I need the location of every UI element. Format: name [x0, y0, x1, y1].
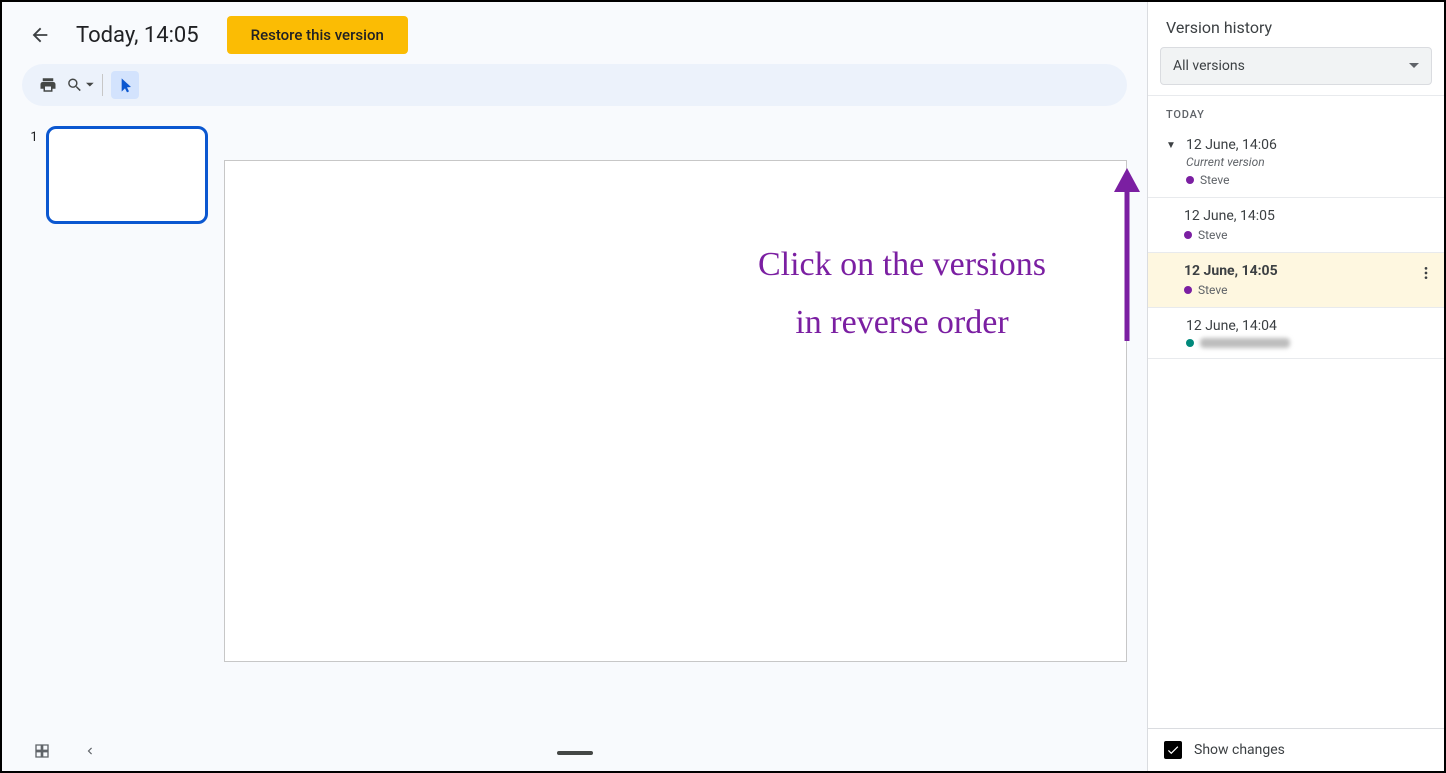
grid-icon — [34, 743, 50, 759]
editor-name-redacted — [1200, 338, 1290, 348]
version-timestamp: 12 June, 14:04 — [1186, 318, 1277, 334]
pointer-icon — [117, 77, 133, 93]
editor-name: Steve — [1198, 228, 1227, 242]
editor-color-dot — [1184, 231, 1192, 239]
version-editor — [1186, 338, 1434, 348]
expand-caret-icon: ▼ — [1166, 140, 1180, 151]
header: Today, 14:05 Restore this version — [2, 2, 1147, 64]
version-item-selected[interactable]: 12 June, 14:05 Steve — [1148, 253, 1444, 308]
print-icon — [39, 76, 57, 94]
filmstrip: 1 — [2, 126, 218, 707]
prev-slide-button[interactable] — [76, 737, 104, 765]
version-history-sidebar: Version history All versions TODAY ▼ 12 … — [1147, 2, 1444, 771]
version-subtitle: Current version — [1186, 155, 1434, 169]
check-icon — [1166, 743, 1180, 757]
dropdown-icon — [86, 81, 94, 89]
sidebar-title: Version history — [1148, 2, 1444, 47]
version-timestamp: 12 June, 14:05 — [1184, 208, 1275, 224]
show-changes-checkbox[interactable] — [1164, 741, 1182, 759]
version-item[interactable]: 12 June, 14:04 — [1148, 308, 1444, 359]
version-filter-dropdown[interactable]: All versions — [1160, 47, 1432, 85]
restore-button[interactable]: Restore this version — [227, 16, 408, 54]
show-changes-label: Show changes — [1194, 742, 1285, 758]
slide-thumbnail[interactable]: 1 — [28, 126, 208, 224]
dropdown-label: All versions — [1173, 58, 1245, 74]
slide-canvas-area — [218, 126, 1147, 707]
editor-color-dot — [1186, 176, 1194, 184]
zoom-icon — [66, 76, 83, 94]
version-editor: Steve — [1184, 283, 1434, 297]
version-title: Today, 14:05 — [76, 23, 199, 48]
toolbar — [22, 64, 1127, 106]
version-editor: Steve — [1186, 173, 1434, 187]
chevron-left-icon — [83, 744, 97, 758]
drag-handle[interactable] — [557, 751, 593, 755]
version-editor: Steve — [1184, 228, 1434, 242]
zoom-button[interactable] — [66, 71, 94, 99]
print-button[interactable] — [34, 71, 62, 99]
pointer-tool[interactable] — [111, 71, 139, 99]
dropdown-caret-icon — [1409, 61, 1419, 71]
editor-color-dot — [1184, 286, 1192, 294]
sidebar-footer: Show changes — [1148, 728, 1444, 771]
slide-canvas[interactable] — [224, 160, 1127, 662]
version-item[interactable]: 12 June, 14:05 Steve — [1148, 198, 1444, 253]
version-list: ▼ 12 June, 14:06 Current version Steve 1… — [1148, 127, 1444, 728]
version-timestamp: 12 June, 14:05 — [1184, 263, 1278, 279]
back-button[interactable] — [24, 19, 56, 51]
editor-name: Steve — [1200, 173, 1229, 187]
more-options-button[interactable] — [1418, 265, 1434, 285]
slide-number: 1 — [28, 126, 38, 224]
group-label: TODAY — [1148, 95, 1444, 127]
more-vert-icon — [1418, 265, 1434, 281]
toolbar-separator — [102, 74, 103, 96]
grid-view-button[interactable] — [28, 737, 56, 765]
version-timestamp: 12 June, 14:06 — [1186, 137, 1277, 153]
editor-color-dot — [1186, 339, 1194, 347]
arrow-left-icon — [29, 24, 51, 46]
thumbnail-preview — [46, 126, 208, 224]
editor-name: Steve — [1198, 283, 1227, 297]
version-item-current[interactable]: ▼ 12 June, 14:06 Current version Steve — [1148, 127, 1444, 198]
